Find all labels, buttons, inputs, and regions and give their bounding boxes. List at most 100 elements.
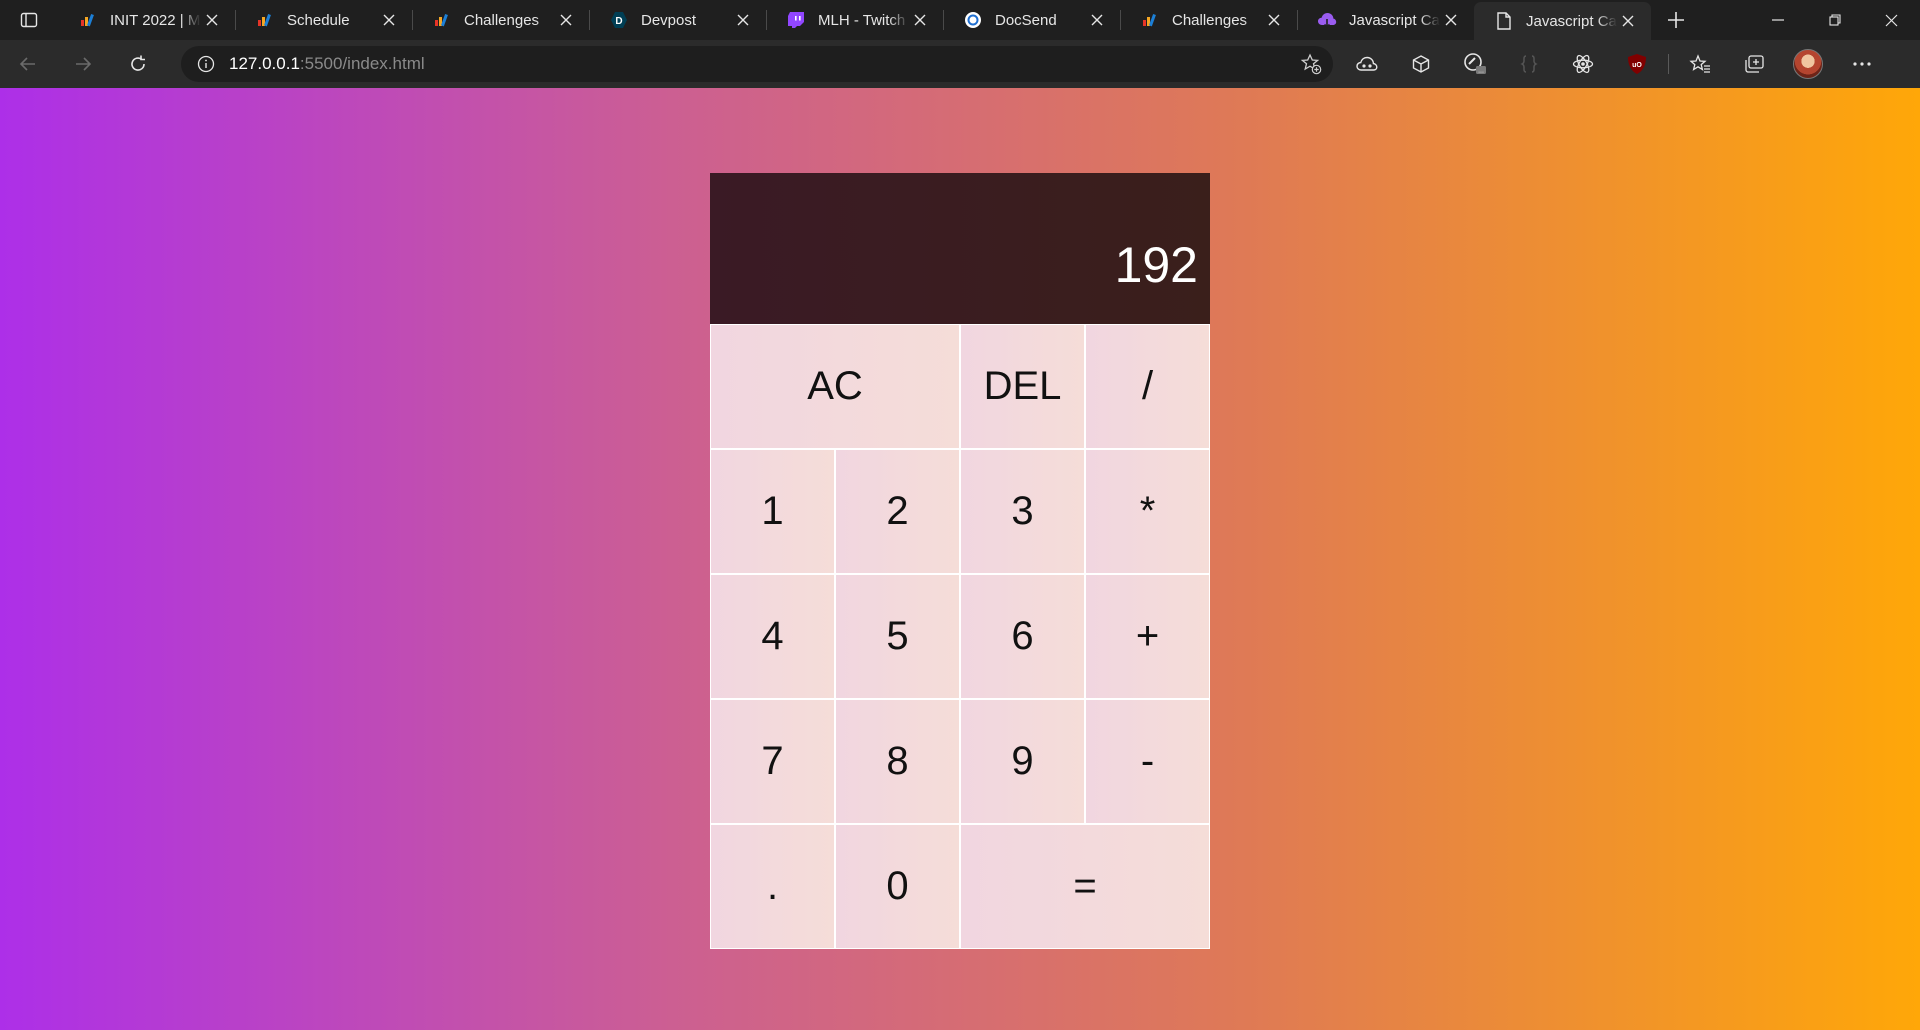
- tab-javascript-calculator-active[interactable]: Javascript Calculator: [1474, 2, 1651, 40]
- url-host: 127.0.0.1: [229, 54, 300, 73]
- restore-button[interactable]: [1806, 0, 1863, 40]
- delete-button[interactable]: DEL: [960, 324, 1085, 449]
- digit-0-button[interactable]: 0: [835, 824, 960, 949]
- tab-challenges[interactable]: Challenges: [412, 0, 589, 40]
- multiply-button[interactable]: *: [1085, 449, 1210, 574]
- add-favorite-button[interactable]: [1297, 50, 1325, 78]
- calculator-keypad: AC DEL / 1 2 3 * 4 5 6 + 7 8 9 - . 0 =: [710, 324, 1210, 949]
- mlh-icon: [255, 10, 275, 30]
- close-icon[interactable]: [1263, 9, 1285, 31]
- profile-button[interactable]: [1781, 40, 1835, 88]
- tab-actions-icon: [20, 12, 38, 28]
- tab-devpost[interactable]: D Devpost: [589, 0, 766, 40]
- mlh-icon: [78, 10, 98, 30]
- url-path: :5500/index.html: [299, 54, 425, 73]
- extension-cloud[interactable]: [1340, 40, 1394, 88]
- tab-docsend[interactable]: DocSend: [943, 0, 1120, 40]
- close-icon[interactable]: [1086, 9, 1108, 31]
- braces-ext-icon: [1520, 55, 1538, 73]
- close-icon[interactable]: [555, 9, 577, 31]
- refresh-icon: [130, 55, 145, 71]
- digit-5-button[interactable]: 5: [835, 574, 960, 699]
- close-icon[interactable]: [201, 9, 223, 31]
- collections-icon: [1745, 55, 1764, 73]
- close-icon[interactable]: [1440, 9, 1462, 31]
- equals-button[interactable]: =: [960, 824, 1210, 949]
- arrow-left-icon: [19, 57, 35, 71]
- page-background: 192 AC DEL / 1 2 3 * 4 5 6 + 7 8 9 - . 0…: [0, 88, 1920, 1030]
- address-bar[interactable]: 127.0.0.1:5500/index.html: [181, 46, 1333, 82]
- all-clear-button[interactable]: AC: [710, 324, 960, 449]
- devpost-icon: D: [609, 10, 629, 30]
- mlh-icon: [1140, 10, 1160, 30]
- favorites-button[interactable]: [1673, 40, 1727, 88]
- tab-title: Challenges: [1172, 11, 1248, 29]
- tab-actions-menu-button[interactable]: [0, 0, 58, 40]
- cloud-ext-icon: [1356, 56, 1378, 71]
- settings-more-button[interactable]: [1835, 40, 1889, 88]
- tab-title: Schedule: [287, 11, 350, 29]
- subtract-button[interactable]: -: [1085, 699, 1210, 824]
- tab-title: MLH - Twitch: [818, 11, 906, 29]
- calculator-display: 192: [710, 173, 1210, 324]
- tab-schedule[interactable]: Schedule: [235, 0, 412, 40]
- svg-text:D: D: [615, 16, 622, 27]
- divide-button[interactable]: /: [1085, 324, 1210, 449]
- eyedropper-ext-icon: ...: [1464, 53, 1486, 75]
- tab-title: Devpost: [641, 11, 697, 29]
- digit-6-button[interactable]: 6: [960, 574, 1085, 699]
- digit-3-button[interactable]: 3: [960, 449, 1085, 574]
- tab-title: DocSend: [995, 11, 1057, 29]
- close-icon[interactable]: [732, 9, 754, 31]
- extension-eyedropper[interactable]: ...: [1448, 40, 1502, 88]
- favorites-icon: [1689, 54, 1710, 73]
- tab-challenges-2[interactable]: Challenges: [1120, 0, 1297, 40]
- extension-ublock[interactable]: uO: [1610, 40, 1664, 88]
- tab-mlh-twitch[interactable]: MLH - Twitch: [766, 0, 943, 40]
- minimize-button[interactable]: [1749, 0, 1806, 40]
- page-icon: [1494, 11, 1514, 31]
- new-tab-button[interactable]: [1651, 0, 1701, 40]
- digit-7-button[interactable]: 7: [710, 699, 835, 824]
- arrow-right-icon: [75, 57, 91, 71]
- digit-9-button[interactable]: 9: [960, 699, 1085, 824]
- docsend-icon: [963, 10, 983, 30]
- collections-button[interactable]: [1727, 40, 1781, 88]
- window-close-button[interactable]: [1863, 0, 1920, 40]
- refresh-button[interactable]: [110, 40, 165, 88]
- plus-icon: [1668, 12, 1684, 28]
- back-button[interactable]: [0, 40, 55, 88]
- ublock-icon: uO: [1628, 54, 1646, 74]
- cloud-icon: [1317, 10, 1337, 30]
- extension-braces[interactable]: [1502, 40, 1556, 88]
- digit-4-button[interactable]: 4: [710, 574, 835, 699]
- digit-1-button[interactable]: 1: [710, 449, 835, 574]
- close-icon[interactable]: [378, 9, 400, 31]
- decimal-point-button[interactable]: .: [710, 824, 835, 949]
- calculator: 192 AC DEL / 1 2 3 * 4 5 6 + 7 8 9 - . 0…: [710, 173, 1210, 949]
- window-controls: [1749, 0, 1920, 40]
- extensions-bar: ... uO: [1340, 40, 1889, 88]
- star-add-icon: [1300, 53, 1322, 75]
- extension-box[interactable]: [1394, 40, 1448, 88]
- close-icon[interactable]: [909, 9, 931, 31]
- more-icon: [1853, 62, 1871, 66]
- tab-javascript-calculator-1[interactable]: Javascript Calculator: [1297, 0, 1474, 40]
- toolbar-separator: [1668, 54, 1669, 74]
- site-info-button[interactable]: [183, 46, 229, 82]
- extension-react-devtools[interactable]: [1556, 40, 1610, 88]
- display-value: 192: [1114, 236, 1198, 293]
- tab-title: INIT 2022 | Major League Hacking: [110, 11, 201, 29]
- tab-init-2022[interactable]: INIT 2022 | Major League Hacking: [58, 0, 235, 40]
- minimize-icon: [1771, 19, 1784, 21]
- add-button[interactable]: +: [1085, 574, 1210, 699]
- forward-button[interactable]: [55, 40, 110, 88]
- close-icon: [1885, 14, 1898, 26]
- digit-8-button[interactable]: 8: [835, 699, 960, 824]
- digit-2-button[interactable]: 2: [835, 449, 960, 574]
- close-icon[interactable]: [1617, 10, 1639, 32]
- info-icon: [197, 55, 215, 73]
- tab-title: Javascript Calculator: [1349, 11, 1440, 29]
- restore-icon: [1828, 14, 1841, 26]
- twitch-icon: [786, 10, 806, 30]
